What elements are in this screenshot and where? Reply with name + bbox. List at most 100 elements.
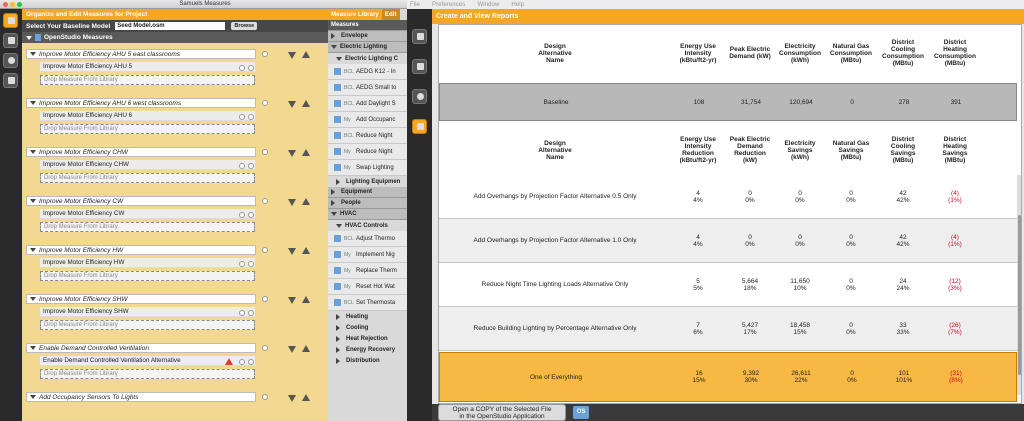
library-item[interactable]: My Replace Therm <box>328 263 410 279</box>
scrollbar-thumb[interactable] <box>1018 215 1021 375</box>
table-row[interactable]: Add Overhangs by Projection Factor Alter… <box>439 175 1017 219</box>
category-envelope[interactable]: Envelope <box>328 31 410 42</box>
drop-zone[interactable]: Drop Measure From Library <box>40 369 255 379</box>
remove-icon[interactable] <box>248 65 254 71</box>
tab-measure-library[interactable]: Measure Library <box>328 9 382 20</box>
results-tab-button[interactable] <box>3 73 18 88</box>
remove-group-icon[interactable] <box>262 100 268 106</box>
openstudio-app-icon[interactable]: OS <box>573 406 589 419</box>
subcategory-heating[interactable]: Heating <box>328 311 410 322</box>
subcategory-distribution[interactable]: Distribution <box>328 355 410 366</box>
library-item[interactable]: My Implement Nig <box>328 247 410 263</box>
measure-group-header[interactable]: Improve Motor Efficiency AHU 6 west clas… <box>26 98 256 108</box>
tab-edit[interactable]: Edit <box>381 9 400 20</box>
library-item[interactable]: My Swap Lighting <box>328 160 410 176</box>
move-down-icon[interactable] <box>288 101 296 108</box>
measure-item[interactable]: Improve Motor Efficiency AHU 5 <box>40 62 255 72</box>
measure-item[interactable]: Improve Motor Efficiency CHW <box>40 160 255 170</box>
move-down-icon[interactable] <box>288 297 296 304</box>
measures-tab-button[interactable] <box>412 29 427 44</box>
openstudio-measures-header[interactable]: OpenStudio Measures <box>22 32 328 43</box>
remove-group-icon[interactable] <box>262 296 268 302</box>
run-tab-button[interactable] <box>412 89 427 104</box>
category-hvac[interactable]: HVAC <box>328 209 410 220</box>
measure-group-header[interactable]: Improve Motor Efficiency AHU 5 east clas… <box>26 49 256 59</box>
table-row[interactable]: Reduce Night Time Lighting Loads Alterna… <box>439 263 1017 307</box>
info-icon[interactable] <box>239 212 245 218</box>
subcategory-heat-rejection[interactable]: Heat Rejection <box>328 333 410 344</box>
move-down-icon[interactable] <box>288 248 296 255</box>
remove-icon[interactable] <box>248 212 254 218</box>
menu-help[interactable]: Help <box>511 1 524 8</box>
drop-zone[interactable]: Drop Measure From Library <box>40 75 255 85</box>
info-icon[interactable] <box>239 261 245 267</box>
subcategory-lighting-equipment[interactable]: Lighting Equipmen <box>328 176 410 187</box>
remove-group-icon[interactable] <box>262 345 268 351</box>
info-icon[interactable] <box>239 114 245 120</box>
library-item[interactable]: BCL AEDG K12 - In <box>328 64 410 80</box>
drop-zone[interactable]: Drop Measure From Library <box>40 222 255 232</box>
menu-file[interactable]: File <box>410 1 420 8</box>
measure-item[interactable]: Improve Motor Efficiency SHW <box>40 307 255 317</box>
measure-group-header[interactable]: Improve Motor Efficiency CW <box>26 196 256 206</box>
library-item[interactable]: BCL Set Thermosta <box>328 295 410 311</box>
move-up-icon[interactable] <box>302 198 310 205</box>
move-up-icon[interactable] <box>302 296 310 303</box>
measure-item[interactable]: Enable Demand Controlled Ventilation Alt… <box>40 356 255 366</box>
remove-icon[interactable] <box>248 163 254 169</box>
measure-group-header[interactable]: Improve Motor Efficiency HW <box>26 245 256 255</box>
remove-icon[interactable] <box>248 261 254 267</box>
library-item[interactable]: BCL Add Daylight S <box>328 96 410 112</box>
move-down-icon[interactable] <box>288 199 296 206</box>
table-row-selected[interactable]: One of Everything 16 15% 9,392 30% 26,611 2… <box>439 352 1017 402</box>
subcategory-electric-lighting-controls[interactable]: Electric Lighting C <box>328 53 410 64</box>
remove-icon[interactable] <box>248 359 254 365</box>
measures-tab-button[interactable] <box>3 13 18 28</box>
move-down-icon[interactable] <box>288 346 296 353</box>
baseline-model-field[interactable]: Seed Model.osm <box>115 22 226 30</box>
move-up-icon[interactable] <box>302 247 310 254</box>
browse-button[interactable]: Browse <box>231 22 258 30</box>
library-item[interactable]: My Reset Hot Wat <box>328 279 410 295</box>
drop-zone[interactable]: Drop Measure From Library <box>40 124 255 134</box>
remove-group-icon[interactable] <box>262 149 268 155</box>
info-icon[interactable] <box>239 359 245 365</box>
category-equipment[interactable]: Equipment <box>328 187 410 198</box>
info-icon[interactable] <box>239 65 245 71</box>
category-electric-lighting[interactable]: Electric Lighting <box>328 42 410 53</box>
baseline-row[interactable]: Baseline 108 31,754 120,694 0 278 391 <box>439 83 1017 121</box>
variables-tab-button[interactable] <box>3 33 18 48</box>
move-down-icon[interactable] <box>288 395 296 402</box>
variables-tab-button[interactable] <box>412 59 427 74</box>
move-up-icon[interactable] <box>302 51 310 58</box>
measure-group-header[interactable]: Enable Demand Controlled Ventilation <box>26 343 256 353</box>
info-icon[interactable] <box>239 310 245 316</box>
library-item[interactable]: BCL Reduce Night <box>328 128 410 144</box>
remove-group-icon[interactable] <box>262 247 268 253</box>
drop-zone[interactable]: Drop Measure From Library <box>40 320 255 330</box>
results-tab-button[interactable] <box>412 119 427 134</box>
open-copy-button[interactable]: Open a COPY of the Selected File in the … <box>438 404 566 421</box>
category-people[interactable]: People <box>328 198 410 209</box>
measure-item[interactable]: Improve Motor Efficiency CW <box>40 209 255 219</box>
drop-zone[interactable]: Drop Measure From Library <box>40 173 255 183</box>
measure-group-header[interactable]: Improve Motor Efficiency CHW <box>26 147 256 157</box>
menu-window[interactable]: Window <box>477 1 499 8</box>
remove-group-icon[interactable] <box>262 198 268 204</box>
drop-zone[interactable]: Drop Measure From Library <box>40 271 255 281</box>
subcategory-cooling[interactable]: Cooling <box>328 322 410 333</box>
remove-icon[interactable] <box>248 114 254 120</box>
table-row[interactable]: Add Overhangs by Projection Factor Alter… <box>439 219 1017 263</box>
table-scrollbar[interactable] <box>1017 175 1021 395</box>
subcategory-energy-recovery[interactable]: Energy Recovery <box>328 344 410 355</box>
library-item[interactable]: My Add Occupanc <box>328 112 410 128</box>
measure-item[interactable]: Improve Motor Efficiency AHU 6 <box>40 111 255 121</box>
measure-group-header[interactable]: Improve Motor Efficiency SHW <box>26 294 256 304</box>
info-icon[interactable] <box>239 163 245 169</box>
menu-preferences[interactable]: Preferences <box>432 1 465 8</box>
remove-group-icon[interactable] <box>262 394 268 400</box>
move-up-icon[interactable] <box>302 149 310 156</box>
measure-group-header[interactable]: Add Occupancy Sensors To Lights <box>26 392 256 402</box>
move-up-icon[interactable] <box>302 100 310 107</box>
table-row[interactable]: Reduce Building Lighting by Percentage A… <box>439 307 1017 351</box>
